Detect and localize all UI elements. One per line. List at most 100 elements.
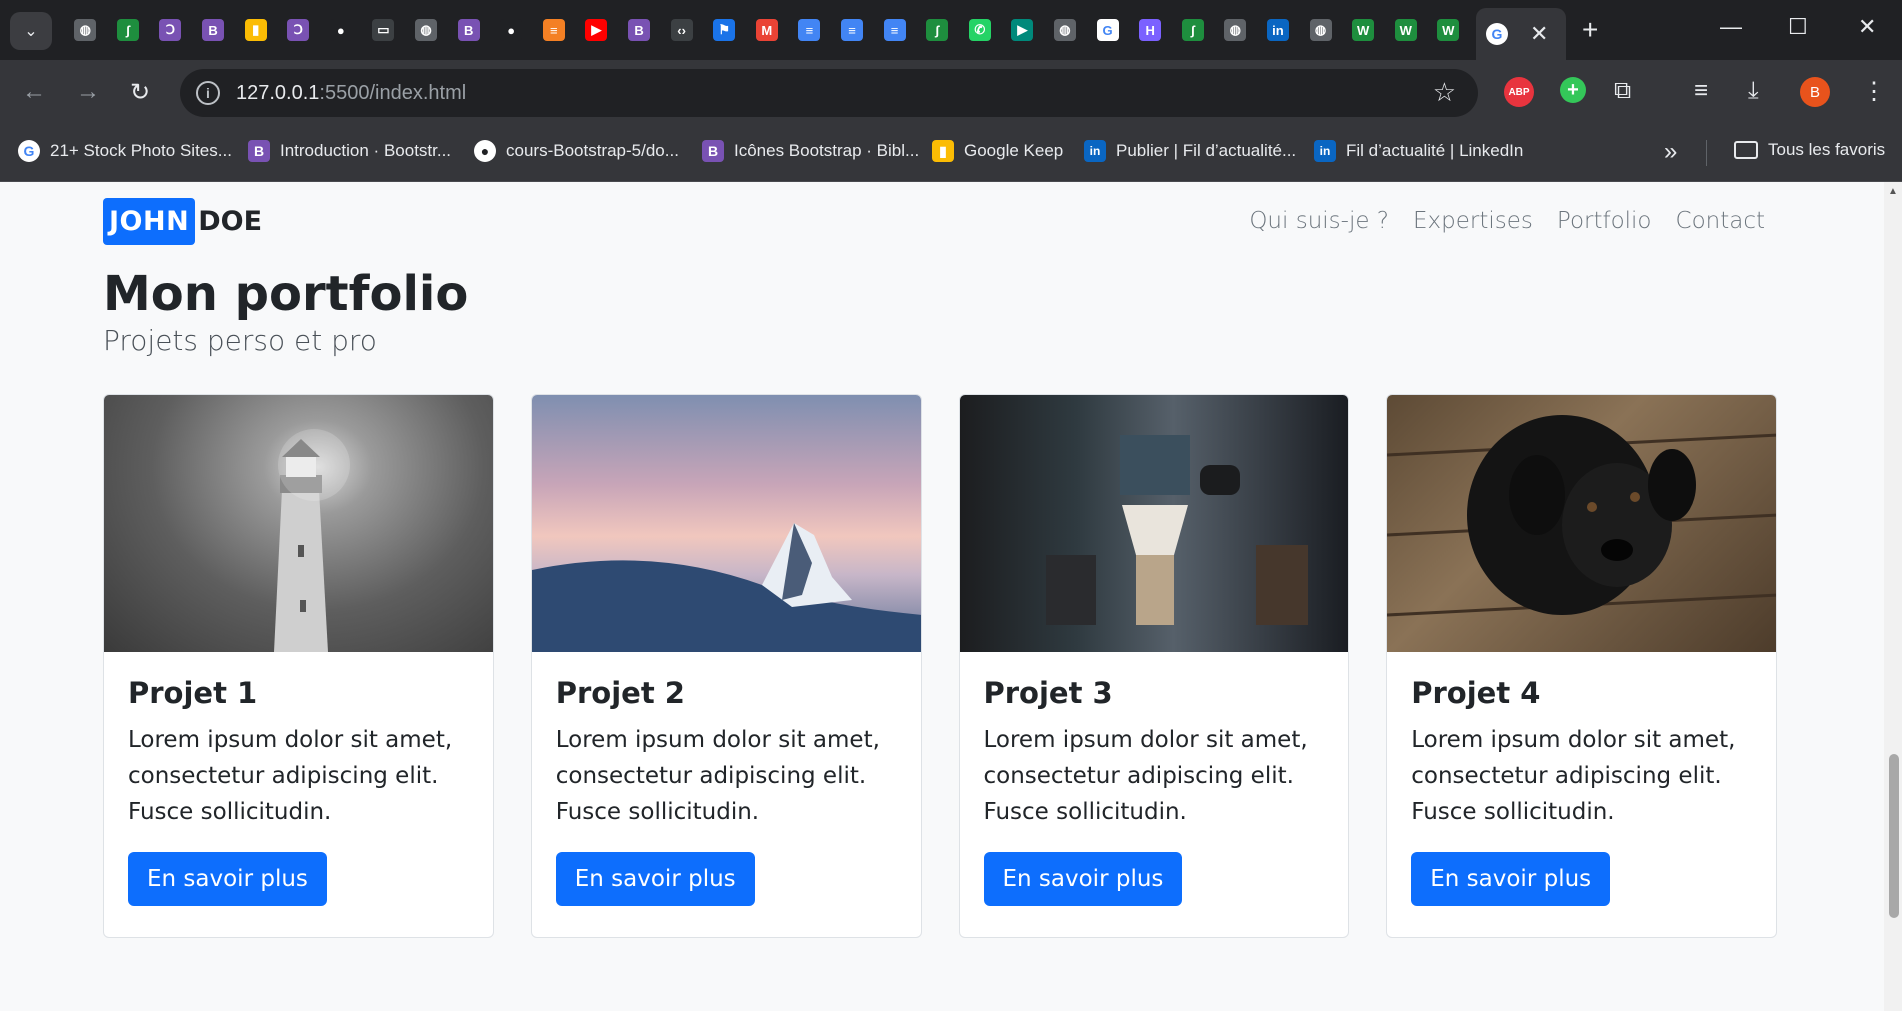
background-tab[interactable]: Ↄ — [149, 16, 192, 44]
docs-icon: ≡ — [883, 19, 906, 41]
bookmark-label: Icônes Bootstrap · Bibl... — [734, 141, 920, 160]
background-tab[interactable]: M — [746, 16, 789, 44]
adblock-plus-icon[interactable]: ABP — [1504, 77, 1534, 107]
site-navbar: JOHN DOE Qui suis-je ? Expertises Portfo… — [103, 198, 1765, 252]
stackoverflow-icon: ≡ — [542, 19, 565, 41]
background-tab[interactable]: ◍ — [64, 16, 107, 44]
bookmark-item[interactable]: ▮ Google Keep — [932, 140, 1063, 162]
project-image-lighthouse — [104, 395, 493, 652]
docs-icon: ≡ — [798, 19, 821, 41]
learn-more-button[interactable]: En savoir plus — [555, 852, 755, 906]
background-tab[interactable]: ≡ — [533, 16, 576, 44]
scroll-up-arrow-icon[interactable]: ▲ — [1888, 186, 1898, 197]
media-control-icon[interactable]: ≡ — [1694, 77, 1708, 105]
background-tab[interactable]: in — [1257, 16, 1300, 44]
background-tab[interactable]: ▶ — [575, 16, 618, 44]
background-tab[interactable]: ≡ — [788, 16, 831, 44]
google-icon: G — [1096, 19, 1119, 41]
bookmark-item[interactable]: B Introduction · Bootstr... — [248, 140, 451, 162]
project-cards: Projet 1 Lorem ipsum dolor sit amet, con… — [103, 394, 1777, 938]
background-tab[interactable]: ▮ — [234, 16, 277, 44]
project-description: Lorem ipsum dolor sit amet, consectetur … — [128, 727, 453, 825]
background-tab[interactable]: B — [447, 16, 490, 44]
brand-logo[interactable]: JOHN DOE — [103, 198, 262, 245]
nav-link-contact[interactable]: Contact — [1676, 208, 1765, 234]
bookmark-item[interactable]: B Icônes Bootstrap · Bibl... — [702, 140, 919, 162]
bookmark-item[interactable]: G 21+ Stock Photo Sites... — [18, 140, 232, 162]
nav-link-expertises[interactable]: Expertises — [1413, 208, 1533, 234]
background-tab[interactable]: H — [1129, 16, 1172, 44]
globe-icon: ◍ — [415, 19, 438, 41]
bookmark-item[interactable]: in Publier | Fil d’actualité... — [1084, 140, 1296, 162]
background-tab[interactable]: ✆ — [958, 16, 1001, 44]
all-bookmarks-folder[interactable]: Tous les favoris — [1734, 140, 1885, 160]
back-icon[interactable]: ← — [22, 78, 46, 106]
background-tab[interactable]: ≡ — [831, 16, 874, 44]
site-info-icon[interactable]: i — [196, 81, 220, 105]
background-tab[interactable]: ● — [490, 16, 533, 44]
background-tab[interactable]: W — [1427, 16, 1470, 44]
sas-icon: ʃ — [116, 19, 139, 41]
bookmark-item[interactable]: ● cours-Bootstrap-5/do... — [474, 140, 679, 162]
background-tab[interactable]: W — [1342, 16, 1385, 44]
background-tab[interactable]: ⚑ — [703, 16, 746, 44]
background-tab[interactable]: ◍ — [405, 16, 448, 44]
bootstrap-icon: Ↄ — [287, 19, 310, 41]
profile-avatar[interactable]: B — [1800, 77, 1830, 107]
learn-more-button[interactable]: En savoir plus — [1411, 852, 1611, 906]
bookmark-label: 21+ Stock Photo Sites... — [50, 141, 232, 160]
tab-icon: ▭ — [372, 19, 395, 41]
page-scrollbar[interactable]: ▲ — [1884, 182, 1902, 1011]
hub-icon: H — [1139, 19, 1162, 41]
learn-more-button[interactable]: En savoir plus — [128, 852, 327, 906]
background-tab[interactable]: ◍ — [1214, 16, 1257, 44]
project-image-mountain — [531, 395, 921, 652]
brand-first: JOHN — [103, 198, 196, 245]
project-card: Projet 3 Lorem ipsum dolor sit amet, con… — [958, 394, 1350, 938]
minimize-icon[interactable]: — — [1720, 14, 1742, 40]
download-icon[interactable]: ⤓ — [1748, 77, 1759, 105]
extension-add-icon[interactable]: + — [1560, 77, 1586, 103]
address-bar[interactable]: i 127.0.0.1:5500/index.html ☆ — [180, 69, 1478, 117]
background-tab[interactable]: G — [1086, 16, 1129, 44]
background-tab[interactable]: B — [192, 16, 235, 44]
background-tab[interactable]: ▶ — [1001, 16, 1044, 44]
google-icon: G — [18, 140, 40, 162]
background-tab[interactable]: B — [618, 16, 661, 44]
background-tab[interactable]: ▭ — [362, 16, 405, 44]
background-tab[interactable]: W — [1384, 16, 1427, 44]
keep-icon: ▮ — [932, 140, 954, 162]
url-text[interactable]: 127.0.0.1:5500/index.html — [236, 82, 466, 105]
background-tab[interactable]: ʃ — [107, 16, 150, 44]
close-tab-icon[interactable]: ✕ — [1530, 21, 1548, 47]
background-tab[interactable]: ʃ — [916, 16, 959, 44]
tab-search-button[interactable]: ⌄ — [10, 12, 52, 50]
active-tab[interactable]: G ✕ — [1476, 8, 1566, 60]
background-tab[interactable]: ‹› — [660, 16, 703, 44]
more-bookmarks-icon[interactable]: » — [1664, 138, 1677, 166]
url-host: 127.0.0.1 — [236, 82, 320, 104]
background-tab[interactable]: ʃ — [1171, 16, 1214, 44]
wix-icon: W — [1394, 19, 1417, 41]
close-window-icon[interactable]: ✕ — [1858, 14, 1876, 40]
background-tab[interactable]: ≡ — [873, 16, 916, 44]
reload-icon[interactable]: ↻ — [130, 78, 150, 107]
background-tab[interactable]: Ↄ — [277, 16, 320, 44]
bookmark-star-icon[interactable]: ☆ — [1433, 77, 1456, 108]
menu-kebab-icon[interactable]: ⋮ — [1862, 77, 1886, 106]
forward-icon[interactable]: → — [76, 78, 100, 106]
scroll-thumb[interactable] — [1889, 754, 1899, 918]
maximize-icon[interactable]: ☐ — [1788, 14, 1808, 40]
background-tab[interactable]: ◍ — [1044, 16, 1087, 44]
extensions-puzzle-icon[interactable]: ⧉ — [1614, 77, 1631, 105]
nav-link-about[interactable]: Qui suis-je ? — [1249, 208, 1389, 234]
new-tab-button[interactable]: + — [1582, 14, 1598, 46]
sas-icon: ʃ — [926, 19, 949, 41]
background-tab[interactable]: ◍ — [1299, 16, 1342, 44]
bootstrap-icon: B — [628, 19, 651, 41]
background-tab[interactable]: ● — [320, 16, 363, 44]
bookmark-item[interactable]: in Fil d’actualité | LinkedIn — [1314, 140, 1523, 162]
bootstrap-icon: B — [702, 140, 724, 162]
learn-more-button[interactable]: En savoir plus — [983, 852, 1183, 906]
nav-link-portfolio[interactable]: Portfolio — [1557, 208, 1652, 234]
